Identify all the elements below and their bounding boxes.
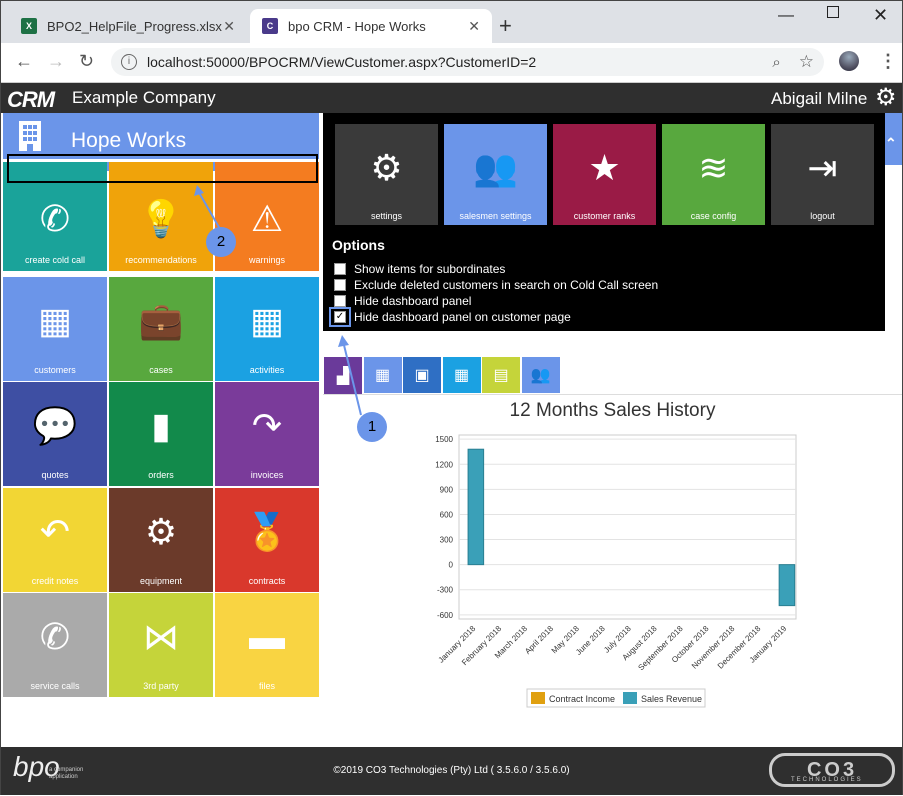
annotation-arrows: [194, 185, 362, 416]
co3-tagline: TECHNOLOGIES: [791, 777, 863, 783]
annotation-badge-1: 1: [357, 412, 387, 442]
copyright: ©2019 CO3 Technologies (Pty) Ltd ( 3.5.6…: [333, 765, 570, 776]
annotation-badge-2: 2: [206, 227, 236, 257]
